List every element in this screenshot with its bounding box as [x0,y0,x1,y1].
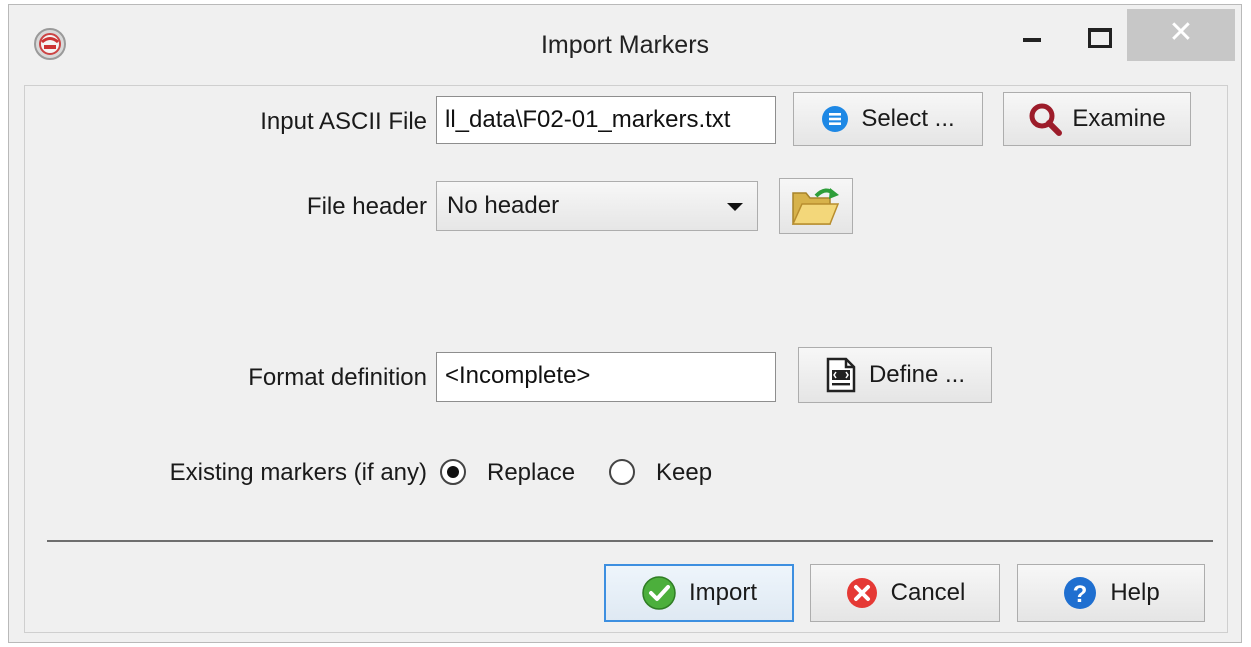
help-button[interactable]: ? Help [1017,564,1205,622]
minimize-icon [1023,38,1041,42]
keep-radio-label[interactable]: Keep [656,459,712,487]
cancel-label: Cancel [890,579,966,606]
help-label: Help [1110,579,1160,606]
examine-button[interactable]: Examine [1003,92,1191,146]
select-file-button[interactable]: Select ... [793,92,983,146]
file-header-label: File header [306,193,427,220]
maximize-icon [1088,28,1112,48]
import-button[interactable]: Import [604,564,794,622]
open-header-button[interactable] [779,178,853,234]
form-panel: Input ASCII File ll_data\F02-01_markers.… [24,85,1228,633]
close-circle-icon [846,578,877,608]
format-definition-label: Format definition [248,364,427,391]
svg-text:?: ? [1073,581,1088,608]
divider [47,540,1213,542]
cancel-button[interactable]: Cancel [810,564,1000,622]
examine-label: Examine [1072,105,1166,132]
checkmark-icon [642,576,676,610]
input-file-label: Input ASCII File [260,108,427,135]
import-label: Import [688,579,757,606]
import-markers-dialog: Import Markers ✕ Input ASCII File ll_dat… [8,4,1242,643]
existing-markers-label: Existing markers (if any) [169,459,427,486]
question-icon: ? [1064,577,1097,609]
list-icon [822,106,849,132]
close-button[interactable]: ✕ [1127,9,1235,61]
define-format-label: Define ... [868,361,966,388]
select-file-label: Select ... [861,105,955,132]
radio-selected-dot [447,466,459,478]
file-header-selected: No header [447,192,560,219]
input-file-field[interactable]: ll_data\F02-01_markers.txt [436,96,776,144]
title-bar: Import Markers ✕ [9,5,1241,85]
format-definition-field[interactable]: <Incomplete> [436,352,776,402]
file-header-dropdown[interactable]: No header [436,181,758,231]
chevron-down-icon [727,203,743,211]
replace-radio[interactable] [440,459,466,485]
open-folder-icon [791,188,840,225]
replace-radio-label[interactable]: Replace [487,459,575,487]
define-format-button[interactable]: Define ... [798,347,992,403]
maximize-button[interactable] [1066,5,1126,57]
minimize-button[interactable] [1004,5,1059,57]
close-icon: ✕ [1168,15,1194,50]
keep-radio[interactable] [609,459,635,485]
document-code-icon [826,357,856,393]
magnifier-icon [1029,103,1063,136]
